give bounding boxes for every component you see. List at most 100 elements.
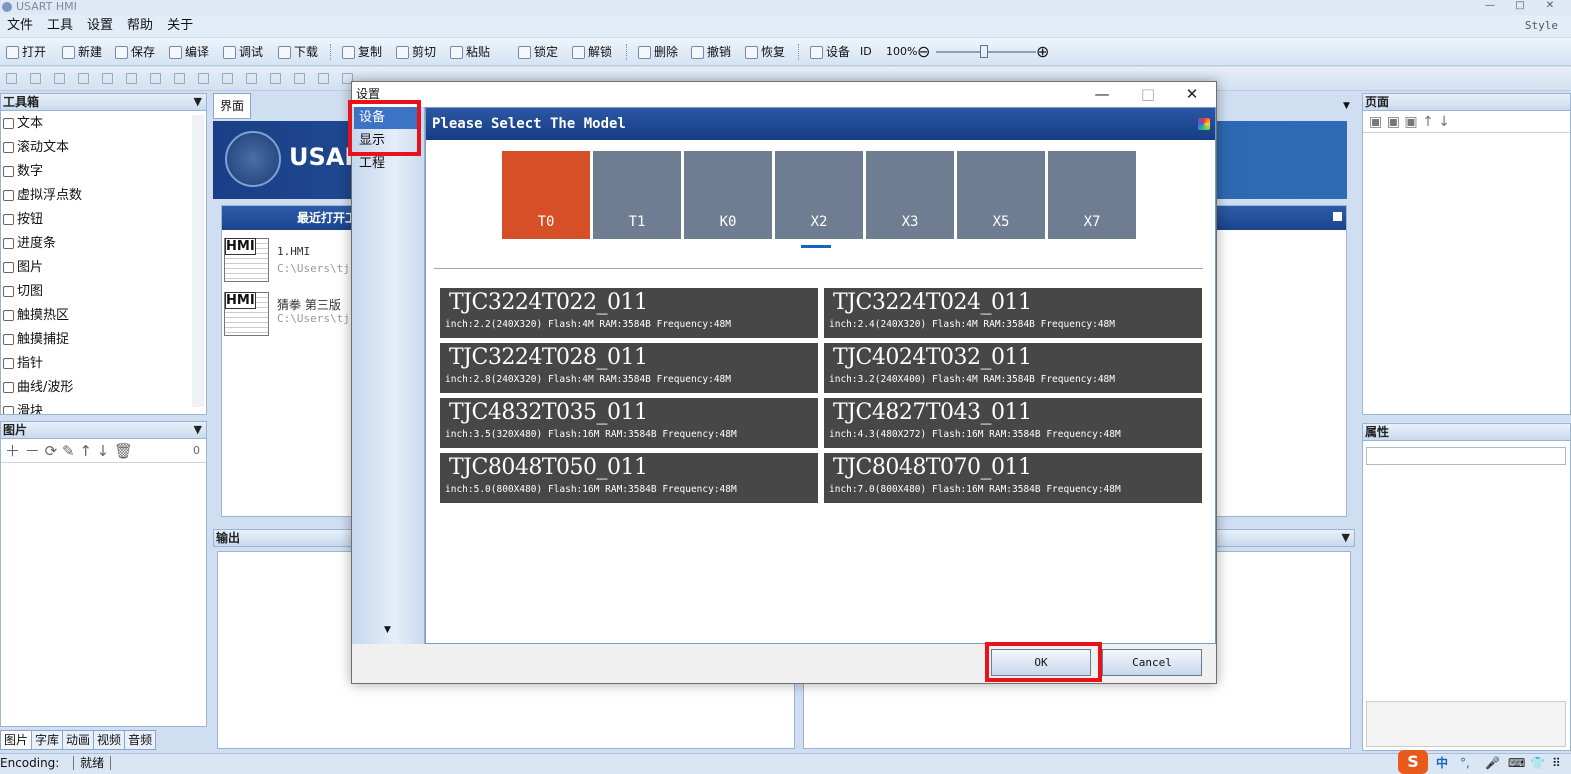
model-card[interactable]: TJC3224T024_011 inch:2.4(240X320) Flash:4…: [824, 288, 1202, 338]
tab-audio[interactable]: 音频: [124, 730, 157, 750]
same-size-icon[interactable]: [198, 73, 209, 84]
download-button[interactable]: 下载: [276, 42, 318, 62]
zoom-in-icon[interactable]: ⊕: [1036, 42, 1049, 62]
debug-button[interactable]: 调试: [221, 42, 263, 62]
dialog-maximize-button[interactable]: □: [1126, 82, 1170, 107]
replace-icon[interactable]: ⟳: [45, 442, 58, 460]
skin-icon[interactable]: 👕: [1530, 754, 1545, 773]
dialog-close-button[interactable]: ✕: [1170, 82, 1214, 107]
nav-more-icon[interactable]: ▼: [384, 625, 391, 635]
delete-button[interactable]: 删除: [636, 42, 678, 62]
tab-dropdown-icon[interactable]: ▼: [1343, 101, 1350, 111]
component-select[interactable]: [1366, 447, 1566, 465]
center-v-icon[interactable]: [174, 73, 185, 84]
save-button[interactable]: 保存: [113, 42, 155, 62]
move-up-icon[interactable]: [6, 73, 17, 84]
ime-menu-icon[interactable]: ⠿: [1552, 754, 1561, 773]
compile-button[interactable]: 编译: [167, 42, 209, 62]
model-card[interactable]: TJC3224T028_011 inch:2.8(240X320) Flash:4…: [440, 343, 818, 393]
maximize-button[interactable]: □: [1505, 0, 1535, 14]
add-page-icon[interactable]: ▣: [1369, 114, 1382, 130]
align-left-icon[interactable]: [54, 73, 65, 84]
tool-hotspot[interactable]: 触摸热区: [3, 304, 69, 328]
pin-icon[interactable]: ▼: [1342, 530, 1350, 546]
zoom-slider-thumb[interactable]: [980, 45, 988, 58]
align-top-icon[interactable]: [102, 73, 113, 84]
model-card[interactable]: TJC4832T035_011 inch:3.5(320X480) Flash:1…: [440, 398, 818, 448]
edit-icon[interactable]: ✎: [62, 442, 75, 460]
model-card[interactable]: TJC8048T050_011 inch:5.0(800X480) Flash:1…: [440, 453, 818, 503]
model-card[interactable]: TJC8048T070_011 inch:7.0(800X480) Flash:1…: [824, 453, 1202, 503]
recent-item-name[interactable]: 猜拳 第三版: [277, 296, 341, 313]
tool-float[interactable]: 虚拟浮点数: [3, 184, 82, 208]
copy-button[interactable]: 复制: [340, 42, 382, 62]
menu-help[interactable]: 帮助: [120, 15, 160, 37]
paste-button[interactable]: 粘贴: [448, 42, 490, 62]
nav-device[interactable]: 设备: [354, 107, 421, 129]
ime-mode-icon[interactable]: 中: [1436, 754, 1448, 773]
style-menu[interactable]: Style: [1518, 15, 1565, 37]
down-icon[interactable]: ↓: [97, 442, 110, 460]
undo-button[interactable]: 撤销: [689, 42, 731, 62]
series-tile-x2[interactable]: X2: [775, 151, 863, 239]
series-tile-t0[interactable]: T0: [502, 151, 590, 239]
unlock-button[interactable]: 解锁: [570, 42, 612, 62]
series-tile-x5[interactable]: X5: [957, 151, 1045, 239]
tool-picture[interactable]: 图片: [3, 256, 43, 280]
tool-crop[interactable]: 切图: [3, 280, 43, 304]
redo-button[interactable]: 恢复: [743, 42, 785, 62]
cancel-button[interactable]: Cancel: [1102, 649, 1202, 676]
minimize-button[interactable]: —: [1475, 0, 1505, 14]
align-right-icon[interactable]: [78, 73, 89, 84]
tab-images[interactable]: 图片: [0, 730, 33, 750]
center-h-icon[interactable]: [150, 73, 161, 84]
tool-number[interactable]: 数字: [3, 160, 43, 184]
tool-text[interactable]: 文本: [3, 112, 43, 136]
series-tile-x3[interactable]: X3: [866, 151, 954, 239]
series-tile-k0[interactable]: K0: [684, 151, 772, 239]
tool-waveform[interactable]: 曲线/波形: [3, 376, 73, 400]
mic-icon[interactable]: 🎤: [1485, 754, 1500, 773]
series-tile-t1[interactable]: T1: [593, 151, 681, 239]
series-tile-x7[interactable]: X7: [1048, 151, 1136, 239]
copy-page-icon[interactable]: ▣: [1404, 114, 1417, 130]
down-icon[interactable]: ↓: [1438, 114, 1450, 130]
h-spacing-icon[interactable]: [270, 73, 281, 84]
delete-page-icon[interactable]: ▣: [1387, 114, 1400, 130]
remove-icon[interactable]: －: [25, 442, 40, 460]
menu-tools[interactable]: 工具: [40, 15, 80, 37]
zoom-out-icon[interactable]: ⊖: [917, 42, 930, 62]
tool-progress[interactable]: 进度条: [3, 232, 56, 256]
menu-file[interactable]: 文件: [0, 15, 40, 37]
tool-button[interactable]: 按钮: [3, 208, 43, 232]
tool-pointer[interactable]: 指针: [3, 352, 43, 376]
ime-logo-icon[interactable]: S: [1398, 750, 1428, 774]
recent-item-name[interactable]: 1.HMI: [277, 245, 310, 258]
tool-slider[interactable]: 滑块: [3, 400, 43, 414]
up-icon[interactable]: ↑: [79, 442, 92, 460]
close-button[interactable]: ✕: [1535, 0, 1565, 14]
distribute-icon[interactable]: [318, 73, 329, 84]
pin-icon[interactable]: ▼: [194, 94, 202, 110]
move-down-icon[interactable]: [30, 73, 41, 84]
menu-settings[interactable]: 设置: [80, 15, 120, 37]
model-card[interactable]: TJC4827T043_011 inch:4.3(480X272) Flash:1…: [824, 398, 1202, 448]
nav-display[interactable]: 显示: [354, 130, 421, 152]
same-width-icon[interactable]: [222, 73, 233, 84]
add-icon[interactable]: ＋: [5, 442, 20, 460]
align-bottom-icon[interactable]: [126, 73, 137, 84]
open-button[interactable]: 打开: [4, 42, 46, 62]
lock-button[interactable]: 锁定: [516, 42, 558, 62]
nav-project[interactable]: 工程: [354, 153, 421, 175]
v-spacing-icon[interactable]: [294, 73, 305, 84]
tool-scroll-text[interactable]: 滚动文本: [3, 136, 69, 160]
model-card[interactable]: TJC3224T022_011 inch:2.2(240X320) Flash:4…: [440, 288, 818, 338]
tab-interface[interactable]: 界面: [213, 93, 252, 119]
dialog-minimize-button[interactable]: —: [1080, 82, 1124, 107]
tool-touch-capture[interactable]: 触摸捕捉: [3, 328, 69, 352]
new-button[interactable]: 新建: [60, 42, 102, 62]
keyboard-icon[interactable]: ⌨: [1508, 754, 1525, 773]
menu-about[interactable]: 关于: [160, 15, 200, 37]
tab-video[interactable]: 视频: [93, 730, 126, 750]
up-icon[interactable]: ↑: [1422, 114, 1434, 130]
